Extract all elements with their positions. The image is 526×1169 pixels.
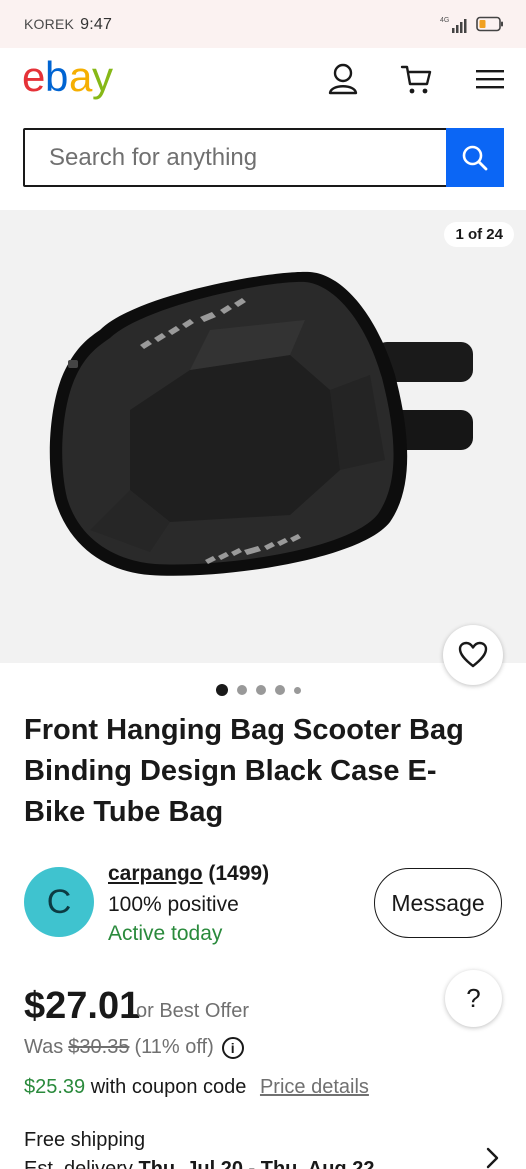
was-label: Was: [24, 1036, 64, 1058]
was-price-row: Was $30.35 (11% off) i: [24, 1036, 244, 1059]
logo-letter-y: y: [92, 55, 113, 100]
carrier-name: KOREK: [24, 16, 75, 32]
seller-name-link[interactable]: carpango: [108, 862, 203, 885]
ebay-logo[interactable]: e b a y: [22, 55, 122, 101]
page-dot[interactable]: [294, 686, 301, 694]
logo-letter-e: e: [22, 55, 44, 100]
message-button[interactable]: Message: [374, 868, 502, 938]
account-icon[interactable]: [327, 62, 359, 96]
network-type: 4G: [440, 17, 449, 24]
chevron-right-icon[interactable]: [482, 1146, 502, 1169]
status-bar: KOREK 9:47 4G: [0, 0, 526, 48]
image-counter: 1 of 24: [444, 222, 514, 247]
coupon-text: with coupon code: [90, 1076, 247, 1098]
page-dot[interactable]: [256, 685, 266, 695]
was-price: $30.35: [68, 1036, 130, 1058]
search-button[interactable]: [446, 128, 504, 187]
menu-icon[interactable]: [474, 62, 506, 96]
page-dot[interactable]: [275, 685, 285, 695]
signal-icon: 4G: [440, 17, 467, 33]
price-details-link[interactable]: Price details: [260, 1076, 369, 1098]
search-bar: [23, 128, 504, 187]
coupon-price: $25.39: [24, 1076, 86, 1098]
price: $27.01: [24, 985, 141, 1027]
seller-info: carpango (1499): [108, 862, 269, 886]
seller-feedback-count: (1499): [208, 862, 270, 885]
info-icon[interactable]: i: [221, 1036, 244, 1059]
coupon-row: $25.39 with coupon code Price details: [24, 1076, 369, 1099]
carrier-time: KOREK 9:47: [24, 16, 112, 34]
delivery-dates: Thu, Jul 20 - Thu, Aug 22: [138, 1158, 375, 1169]
delivery-estimate: Est. delivery Thu, Jul 20 - Thu, Aug 22: [24, 1158, 374, 1169]
help-button[interactable]: ?: [445, 970, 502, 1027]
seller-avatar[interactable]: C: [24, 867, 94, 937]
page-dot[interactable]: [216, 684, 228, 696]
page-dot[interactable]: [237, 685, 247, 695]
logo-letter-a: a: [69, 55, 93, 100]
search-icon: [462, 145, 488, 170]
product-title: Front Hanging Bag Scooter Bag Binding De…: [24, 714, 464, 828]
heart-icon: [458, 641, 488, 668]
cart-icon[interactable]: [400, 62, 432, 96]
gallery-pagination: [216, 683, 301, 697]
seller-activity: Active today: [108, 922, 223, 945]
watchlist-button[interactable]: [443, 625, 503, 685]
logo-letter-b: b: [45, 55, 68, 100]
shipping-label: Free shipping: [24, 1129, 146, 1151]
battery-icon: [476, 16, 503, 32]
clock: 9:47: [80, 16, 113, 33]
search-input[interactable]: [25, 130, 446, 185]
best-offer-text: or Best Offer: [136, 1000, 250, 1022]
image-gallery[interactable]: 1 of 24: [0, 210, 526, 663]
delivery-prefix: Est. delivery: [24, 1158, 133, 1169]
discount: (11% off): [134, 1036, 214, 1058]
seller-positive: 100% positive: [108, 893, 239, 916]
product-image[interactable]: [40, 260, 480, 590]
